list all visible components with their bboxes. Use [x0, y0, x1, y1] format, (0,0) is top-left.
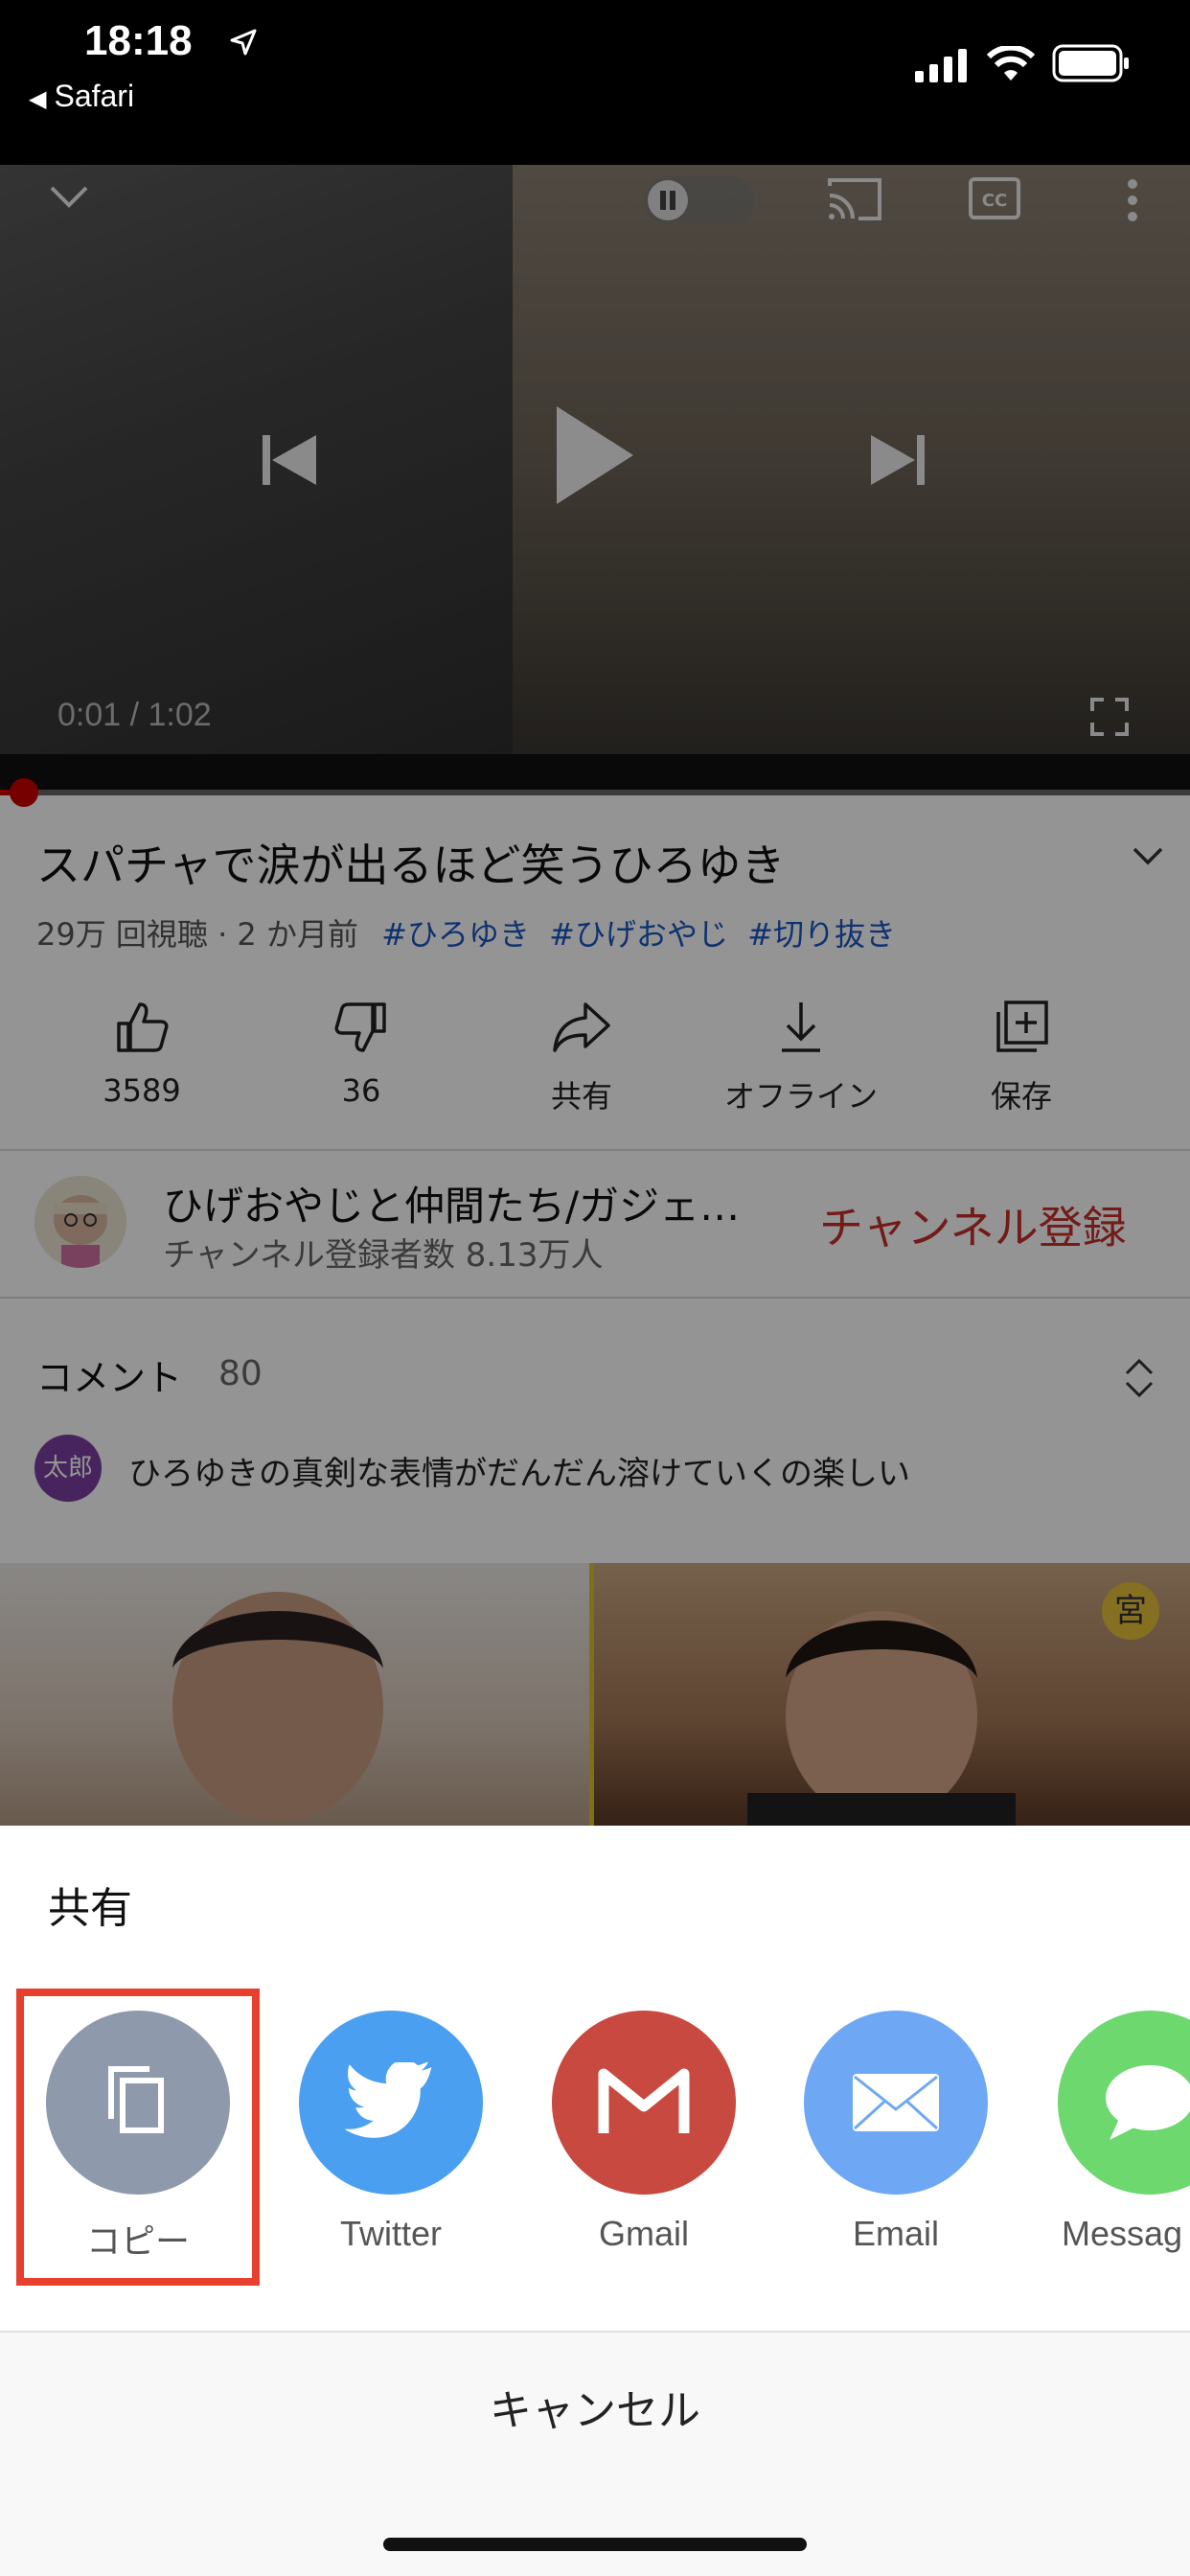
- share-messages-label: Messag: [1062, 2214, 1183, 2253]
- status-time: 18:18: [84, 17, 193, 64]
- home-indicator[interactable]: [383, 2538, 807, 2551]
- share-gmail-button[interactable]: Gmail: [548, 2011, 740, 2254]
- message-bubble-icon: [1106, 2065, 1190, 2140]
- share-sheet-title: 共有: [48, 1884, 132, 1933]
- share-twitter-button[interactable]: Twitter: [295, 2011, 487, 2254]
- envelope-icon: [853, 2074, 939, 2131]
- share-gmail-label: Gmail: [598, 2214, 689, 2253]
- copy-highlight-frame: [16, 1989, 260, 2286]
- status-bar: 18:18 ◀ Safari: [0, 0, 1190, 165]
- share-twitter-label: Twitter: [339, 2214, 442, 2253]
- twitter-bird-icon: [344, 2062, 432, 2138]
- back-to-safari-link[interactable]: ◀ Safari: [29, 79, 134, 114]
- share-email-button[interactable]: Email: [800, 2011, 992, 2254]
- share-messages-button[interactable]: Messag: [1052, 2011, 1190, 2254]
- share-email-label: Email: [852, 2214, 940, 2253]
- back-triangle-icon: ◀: [29, 86, 47, 112]
- cellular-signal-icon: [915, 49, 967, 82]
- wifi-icon: [987, 46, 1035, 80]
- share-sheet: 共有 コピー Twitter Gmail Email Messag キャンセル: [0, 1826, 1190, 2576]
- cancel-button[interactable]: キャンセル: [0, 2376, 1190, 2437]
- location-arrow-icon: [230, 29, 257, 56]
- battery-icon: [1052, 44, 1129, 82]
- dim-overlay[interactable]: [0, 165, 1190, 1826]
- gmail-icon: [598, 2068, 690, 2133]
